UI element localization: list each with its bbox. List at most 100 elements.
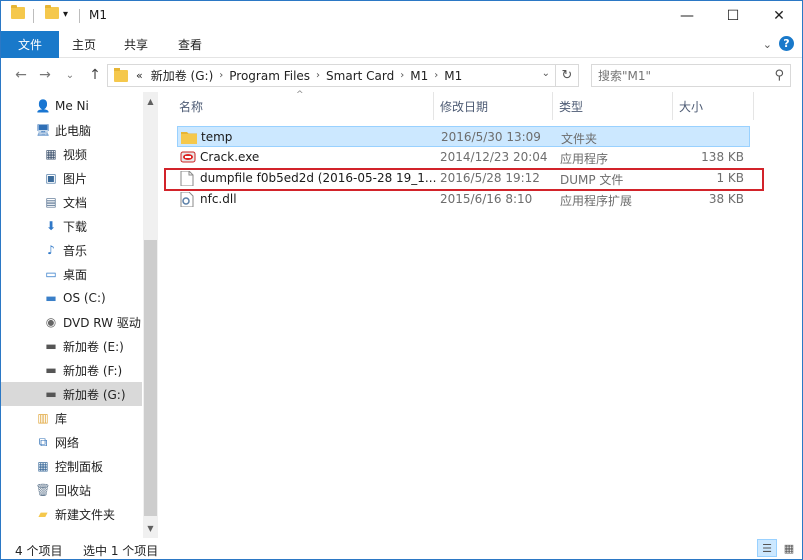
sidebar-item-label: DVD RW 驱动 [63, 315, 141, 330]
details-view-button[interactable]: ☰ [757, 539, 777, 557]
file-list: 名称 ^ 修改日期 类型 大小 temp 2016/5/30 13:09 文件夹 Cr… [159, 90, 802, 538]
tab-home[interactable]: 主页 [72, 31, 96, 58]
drive-icon: ▬ [45, 363, 57, 377]
column-header-type[interactable]: 类型 [553, 92, 671, 120]
file-name: temp [201, 130, 233, 144]
sidebar-item-label: Me Ni [55, 99, 89, 113]
file-type: 应用程序扩展 [560, 194, 633, 208]
sidebar-scrollbar[interactable]: ▲ ▼ [143, 92, 158, 538]
pictures-icon: ▣ [45, 171, 57, 185]
search-icon[interactable]: ⚲ [774, 68, 784, 83]
file-row[interactable]: Crack.exe 2014/12/23 20:04 应用程序 138 KB [177, 147, 750, 168]
sidebar-item[interactable]: ▰ 新建文件夹 [1, 502, 142, 526]
sidebar-item-label: 新加卷 (G:) [63, 387, 126, 402]
sidebar-item-label: 控制面板 [55, 459, 104, 474]
sidebar-item[interactable]: ▦ 视频 [1, 142, 142, 166]
address-bar[interactable]: « 新加卷 (G:) › Program Files › Smart Card … [107, 64, 579, 87]
navigation-pane: 👤 Me Ni 🖥 此电脑 ▦ 视频 ▣ 图片 ▤ 文档 ⬇ 下载 ♪ 音乐 ▭ 桌面 ▬ OS (C:) ◉ DVD… [1, 92, 158, 538]
sidebar-item[interactable]: ⧉ 网络 [1, 430, 142, 454]
file-date: 2015/6/16 8:10 [440, 192, 533, 206]
sidebar-item[interactable]: 🗑 回收站 [1, 478, 142, 502]
item-count: 4 个项目 [15, 544, 63, 558]
sidebar-item-label: 新加卷 (E:) [63, 339, 124, 354]
sidebar-item-label: 新加卷 (F:) [63, 363, 123, 378]
sidebar-item[interactable]: ▬ OS (C:) [1, 286, 142, 310]
scroll-up-button[interactable]: ▲ [143, 94, 158, 108]
quick-access-dropdown-icon[interactable]: ▾ [63, 9, 68, 20]
breadcrumb-smart-card[interactable]: Smart Card [322, 69, 398, 83]
breadcrumb-separator[interactable]: › [398, 70, 406, 81]
minimize-button[interactable]: — [664, 1, 710, 31]
tiles-view-button[interactable]: ▦ [779, 539, 799, 557]
breadcrumb-program-files[interactable]: Program Files [225, 69, 314, 83]
file-row[interactable]: nfc.dll 2015/6/16 8:10 应用程序扩展 38 KB [177, 189, 750, 210]
back-button[interactable]: ← [11, 65, 31, 85]
breadcrumb-m1-current[interactable]: M1 [440, 69, 466, 83]
up-button[interactable]: ↑ [85, 65, 105, 85]
sidebar-item-label: 桌面 [63, 267, 88, 282]
close-button[interactable]: ✕ [756, 1, 802, 31]
sidebar-item[interactable]: ▭ 桌面 [1, 262, 142, 286]
sidebar-item[interactable]: ▬ 新加卷 (E:) [1, 334, 142, 358]
column-header-date[interactable]: 修改日期 [434, 92, 552, 120]
drive-icon: ▬ [45, 387, 57, 401]
column-header-size[interactable]: 大小 [673, 92, 753, 120]
column-name-label: 名称 [179, 99, 204, 114]
navigation-bar: ← → ⌄ ↑ « 新加卷 (G:) › Program Files › Sma… [1, 59, 802, 91]
ribbon-expand-icon[interactable]: ⌄ [763, 38, 772, 51]
recent-locations-icon[interactable]: ⌄ [63, 65, 77, 85]
search-box[interactable]: ⚲ [591, 64, 791, 87]
scrollbar-thumb[interactable] [144, 240, 157, 516]
column-type-label: 类型 [559, 99, 584, 114]
sidebar-item-label: 此电脑 [55, 123, 92, 138]
file-date: 2014/12/23 20:04 [440, 150, 548, 164]
dump-file-highlight-box [164, 168, 764, 191]
column-size-label: 大小 [679, 99, 704, 114]
address-dropdown-icon[interactable]: ⌄ [542, 68, 550, 79]
recycle-bin-icon: 🗑 [35, 483, 51, 497]
sidebar-item[interactable]: ⬇ 下载 [1, 214, 142, 238]
scroll-down-button[interactable]: ▼ [143, 521, 158, 535]
file-size: 138 KB [701, 150, 744, 164]
sidebar-item[interactable]: ▬ 新加卷 (G:) [1, 382, 142, 406]
quick-access-folder-icon[interactable] [11, 5, 25, 19]
sidebar-item-label: 网络 [55, 435, 80, 450]
maximize-button[interactable]: ☐ [710, 1, 756, 31]
sidebar-item[interactable]: ▥ 库 [1, 406, 142, 430]
sidebar-item[interactable]: ◉ DVD RW 驱动 [1, 310, 142, 334]
user-icon: 👤 [35, 99, 51, 113]
new-folder-quick-icon[interactable] [45, 5, 59, 19]
help-icon[interactable]: ? [779, 36, 794, 51]
search-input[interactable] [598, 68, 768, 83]
forward-button[interactable]: → [35, 65, 55, 85]
sidebar-item[interactable]: ♪ 音乐 [1, 238, 142, 262]
download-icon: ⬇ [45, 219, 57, 233]
drive-icon: ▬ [45, 339, 57, 353]
column-divider[interactable] [753, 92, 754, 120]
sidebar-item[interactable]: ▬ 新加卷 (F:) [1, 358, 142, 382]
breadcrumb-separator[interactable]: › [314, 70, 322, 81]
music-icon: ♪ [47, 243, 55, 257]
breadcrumb-separator[interactable]: › [217, 70, 225, 81]
sidebar-item[interactable]: 🖥 此电脑 [1, 118, 142, 142]
title-bar: ▾ M1 — ☐ ✕ [1, 1, 802, 31]
sidebar-item-label: 文档 [63, 195, 88, 210]
file-type: 文件夹 [561, 132, 598, 146]
address-folder-icon [114, 67, 128, 82]
file-size: 38 KB [708, 192, 744, 206]
column-date-label: 修改日期 [440, 99, 489, 114]
sidebar-item[interactable]: ▣ 图片 [1, 166, 142, 190]
refresh-button[interactable]: ↻ [555, 65, 578, 86]
tab-view[interactable]: 查看 [178, 31, 202, 58]
tab-share[interactable]: 共享 [124, 31, 148, 58]
sidebar-item[interactable]: ▦ 控制面板 [1, 454, 142, 478]
sidebar-item[interactable]: ▤ 文档 [1, 190, 142, 214]
file-row[interactable]: temp 2016/5/30 13:09 文件夹 [177, 126, 750, 147]
breadcrumb-overflow[interactable]: « [128, 69, 147, 82]
tab-file[interactable]: 文件 [1, 31, 59, 58]
breadcrumb-separator[interactable]: › [432, 70, 440, 81]
breadcrumb-drive-g[interactable]: 新加卷 (G:) [147, 67, 218, 84]
sidebar-item-label: 视频 [63, 147, 88, 162]
sidebar-item[interactable]: 👤 Me Ni [1, 94, 142, 118]
breadcrumb-m1-parent[interactable]: M1 [406, 69, 432, 83]
